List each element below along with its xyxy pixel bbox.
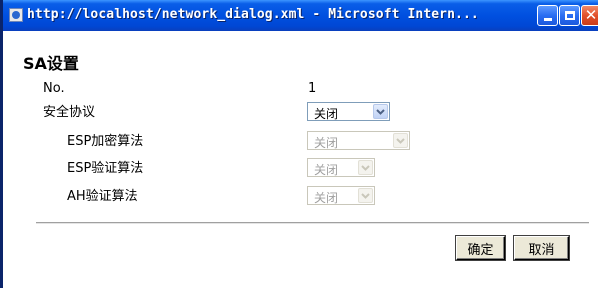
ok-button[interactable]: 确定 [455,235,506,261]
close-button[interactable]: ✕ [581,5,598,26]
protocol-select-value: 关闭 [314,107,339,121]
esp-auth-select-value: 关闭 [314,163,339,177]
ah-auth-select[interactable]: 关闭 [307,186,375,205]
minimize-icon [543,18,552,21]
protocol-select[interactable]: 关闭 [307,102,390,121]
divider [36,222,589,224]
maximize-button[interactable] [559,5,580,26]
no-value: 1 [308,81,317,96]
chevron-down-icon[interactable] [358,188,373,203]
minimize-button[interactable] [537,5,558,26]
window-title: http://localhost/network_dialog.xml - Mi… [27,7,479,22]
browser-window: http://localhost/network_dialog.xml - Mi… [0,0,598,288]
chevron-down-icon[interactable] [358,160,373,175]
ah-auth-label: AH验证算法 [67,189,138,204]
close-icon: ✕ [584,6,598,24]
ah-auth-select-value: 关闭 [314,191,339,205]
no-label: No. [43,81,65,96]
chevron-down-icon[interactable] [393,133,408,148]
ie-document-icon [9,8,23,22]
esp-enc-select-value: 关闭 [314,136,339,150]
esp-enc-label: ESP加密算法 [67,134,144,149]
maximize-icon [564,11,575,20]
esp-auth-select[interactable]: 关闭 [307,158,375,177]
esp-auth-label: ESP验证算法 [67,161,144,176]
title-bar[interactable]: http://localhost/network_dialog.xml - Mi… [3,0,598,31]
page-title: SA设置 [23,54,79,73]
esp-enc-select[interactable]: 关闭 [307,131,410,150]
chevron-down-icon[interactable] [373,104,388,119]
protocol-label: 安全协议 [43,105,96,120]
cancel-button[interactable]: 取消 [513,235,570,261]
